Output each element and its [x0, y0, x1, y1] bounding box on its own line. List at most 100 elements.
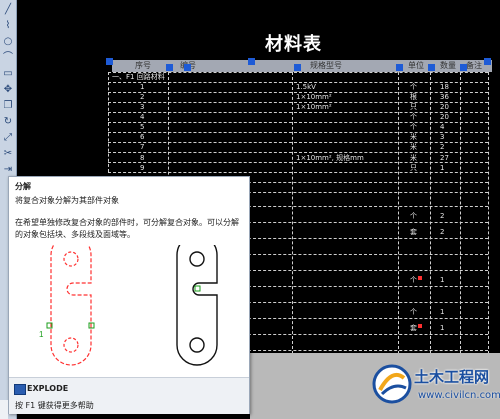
table-row-line [248, 286, 488, 287]
row-qty: 27 [440, 154, 449, 162]
table-row-line [248, 182, 488, 183]
table-row-line [108, 172, 488, 173]
row-spec: 1×10mm² [296, 103, 332, 111]
grip-handle[interactable] [248, 58, 255, 65]
extend-icon[interactable]: ⇥ [2, 164, 14, 176]
row-no: 9 [140, 164, 145, 172]
row-qty: 3 [440, 133, 445, 141]
grip-handle[interactable] [184, 64, 191, 71]
row-qty: 1 [440, 324, 445, 332]
row-qty: 4 [440, 123, 445, 131]
grip-handle[interactable] [106, 58, 113, 65]
explode-illustration: 1 [39, 245, 218, 366]
scale-icon[interactable]: ⤢ [2, 132, 14, 144]
table-row-line [248, 206, 488, 207]
table-row-line [248, 238, 488, 239]
watermark-brand: 土木工程网 [414, 368, 490, 386]
header-unit: 单位 [408, 61, 424, 70]
watermark-url: www.civilcn.com [418, 390, 500, 401]
row-qty: 36 [440, 93, 449, 101]
grip-handle[interactable] [166, 64, 173, 71]
table-column-line [460, 72, 461, 354]
selected-object-outline [50, 245, 92, 366]
table-row-line [108, 122, 488, 123]
row-qty: 2 [440, 228, 445, 236]
grip-handle[interactable] [396, 64, 403, 71]
tooltip-footer: EXPLODE 按 F1 键获得更多帮助 [9, 377, 249, 414]
line-icon[interactable]: ╱ [2, 4, 14, 16]
row-qty: 1 [440, 164, 445, 172]
grip-square [194, 285, 201, 292]
row-qty: 18 [440, 83, 449, 91]
tooltip-description: 在希望单独修改复合对象的部件时，可分解复合对象。可以分解的对象包括块、多段线及面… [15, 218, 239, 239]
tooltip-command: EXPLODE [27, 384, 69, 393]
table-row-line [108, 142, 488, 143]
row-no: 6 [140, 133, 145, 141]
row-spec: 1.5kV [296, 83, 316, 91]
table-title: 材料表 [265, 34, 322, 55]
row-no: 3 [140, 103, 145, 111]
table-border [488, 72, 489, 354]
table-row-line [248, 334, 488, 335]
row-unit: 米 [410, 133, 417, 141]
cad-window: ╱ ⌇ ○ ⌒ ▭ ✥ ❐ ↻ ⤢ ✂ ⇥ 材料表 序号 编号 规格型号 单位 … [0, 0, 500, 419]
header-spec: 规格型号 [310, 61, 342, 70]
row-qty: 2 [440, 143, 445, 151]
polyline-icon[interactable]: ⌇ [2, 20, 14, 32]
row-unit: 个 [410, 123, 417, 131]
row-qty: 1 [440, 308, 445, 316]
header-qty: 数量 [440, 61, 456, 70]
row-unit: 个 [410, 308, 417, 316]
watermark: 土木工程网 www.civilcn.com [368, 358, 500, 419]
row-unit: 个 [410, 276, 417, 284]
row-qty: 2 [440, 212, 445, 220]
command-icon [14, 384, 26, 395]
table-row-line [108, 72, 488, 73]
table-row-line [248, 222, 488, 223]
row-no: 1 [140, 83, 145, 91]
row-qty: 1 [440, 276, 445, 284]
tooltip-help: 按 F1 键获得更多帮助 [15, 401, 94, 410]
table-row-line [248, 302, 488, 303]
header-no: 序号 [135, 61, 151, 70]
row-unit: 米 [410, 154, 417, 162]
row-no: 2 [140, 93, 145, 101]
table-row-line [108, 112, 488, 113]
figure-label: 1 [39, 330, 44, 339]
grip-handle[interactable] [428, 64, 435, 71]
trim-icon[interactable]: ✂ [2, 148, 14, 160]
row-qty: 20 [440, 113, 449, 121]
table-row-line [248, 350, 488, 351]
row-spec: 1×10mm², 规格mm [296, 154, 364, 162]
selection-marker [418, 324, 422, 328]
table-section-label: 一、F1 回路材料 [112, 73, 165, 81]
table-row-line [248, 318, 488, 319]
table-row-line [108, 162, 488, 163]
circle-icon[interactable]: ○ [2, 36, 14, 48]
rotate-icon[interactable]: ↻ [2, 116, 14, 128]
grip-handle[interactable] [484, 58, 491, 65]
row-no: 7 [140, 143, 145, 151]
row-unit: 米 [410, 143, 417, 151]
rectangle-icon[interactable]: ▭ [2, 68, 14, 80]
row-unit: 个 [410, 113, 417, 121]
exploded-object-outline [176, 245, 218, 366]
header-note: 备注 [466, 61, 482, 70]
copy-icon[interactable]: ❐ [2, 100, 14, 112]
civilcn-logo-icon [372, 364, 412, 404]
grip-handle[interactable] [460, 64, 467, 71]
table-column-line [292, 72, 293, 354]
selected-hole-top [63, 251, 79, 267]
move-icon[interactable]: ✥ [2, 84, 14, 96]
arc-icon[interactable]: ⌒ [2, 52, 14, 64]
exploded-hole-bottom [189, 337, 205, 353]
table-row-line [108, 132, 488, 133]
row-no: 8 [140, 154, 145, 162]
tooltip-title: 分解 [15, 182, 31, 191]
table-column-line [398, 72, 399, 354]
table-row-line [108, 152, 488, 153]
selected-hole-bottom [63, 337, 79, 353]
row-no: 5 [140, 123, 145, 131]
row-no: 4 [140, 113, 145, 121]
grip-handle[interactable] [294, 64, 301, 71]
